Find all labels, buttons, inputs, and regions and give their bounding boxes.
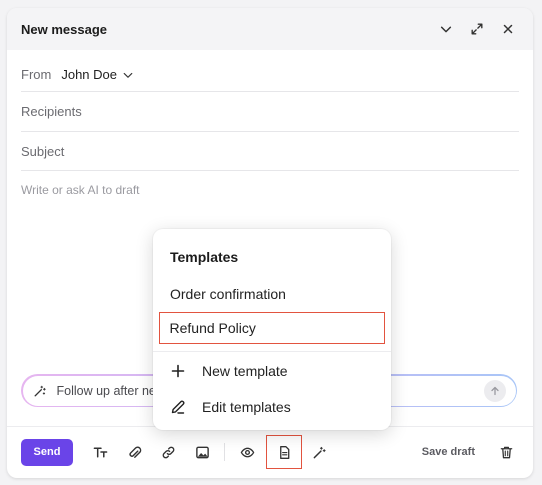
- compose-toolbar: Send Save draft: [21, 435, 519, 469]
- template-item-order-confirmation[interactable]: Order confirmation: [159, 278, 385, 310]
- templates-popover: Templates Order confirmation Refund Poli…: [153, 229, 391, 430]
- save-draft-button[interactable]: Save draft: [422, 446, 475, 458]
- recipients-placeholder: Recipients: [21, 104, 82, 119]
- magic-wand-icon: [33, 385, 46, 397]
- attachment-icon: [128, 446, 141, 458]
- link-icon: [162, 446, 174, 458]
- image-icon: [195, 446, 209, 458]
- subject-placeholder: Subject: [21, 143, 65, 159]
- ai-draft-button[interactable]: [302, 437, 336, 467]
- window-title: New message: [21, 21, 107, 37]
- toolbar-separator: [224, 443, 225, 461]
- template-item-refund-policy[interactable]: Refund Policy: [159, 312, 385, 344]
- from-label: From: [21, 67, 52, 82]
- subject-field[interactable]: Subject: [21, 132, 519, 171]
- body-editor[interactable]: Write or ask AI to draft: [21, 183, 140, 197]
- template-document-icon: [279, 445, 289, 459]
- new-template-button[interactable]: New template: [159, 355, 385, 387]
- templates-title: Templates: [170, 249, 239, 265]
- pencil-icon: [171, 400, 185, 414]
- recipients-field[interactable]: Recipients: [21, 92, 519, 132]
- text-format-icon: [93, 447, 107, 457]
- from-selector[interactable]: John Doe: [61, 67, 134, 82]
- expand-icon[interactable]: [466, 18, 488, 40]
- trash-icon: [500, 446, 512, 458]
- close-icon[interactable]: [497, 18, 519, 40]
- insert-image-button[interactable]: [185, 437, 219, 467]
- from-field: From John Doe: [21, 58, 519, 92]
- chevron-down-icon[interactable]: [435, 18, 457, 40]
- magic-wand-icon: [313, 446, 326, 458]
- insert-link-button[interactable]: [151, 437, 185, 467]
- popover-divider: [153, 351, 391, 352]
- attach-file-button[interactable]: [117, 437, 151, 467]
- chevron-down-icon: [123, 72, 133, 78]
- discard-button[interactable]: [493, 437, 519, 467]
- ai-submit-button[interactable]: [483, 379, 506, 402]
- plus-icon: [171, 364, 185, 378]
- templates-button[interactable]: [266, 435, 302, 469]
- preview-button[interactable]: [230, 437, 264, 467]
- compose-titlebar: New message: [7, 8, 533, 50]
- text-format-button[interactable]: [83, 437, 117, 467]
- send-button[interactable]: Send: [21, 438, 73, 466]
- preview-eye-icon: [240, 447, 254, 457]
- arrow-up-icon: [490, 386, 499, 395]
- edit-templates-button[interactable]: Edit templates: [159, 391, 385, 423]
- from-value: John Doe: [61, 67, 117, 82]
